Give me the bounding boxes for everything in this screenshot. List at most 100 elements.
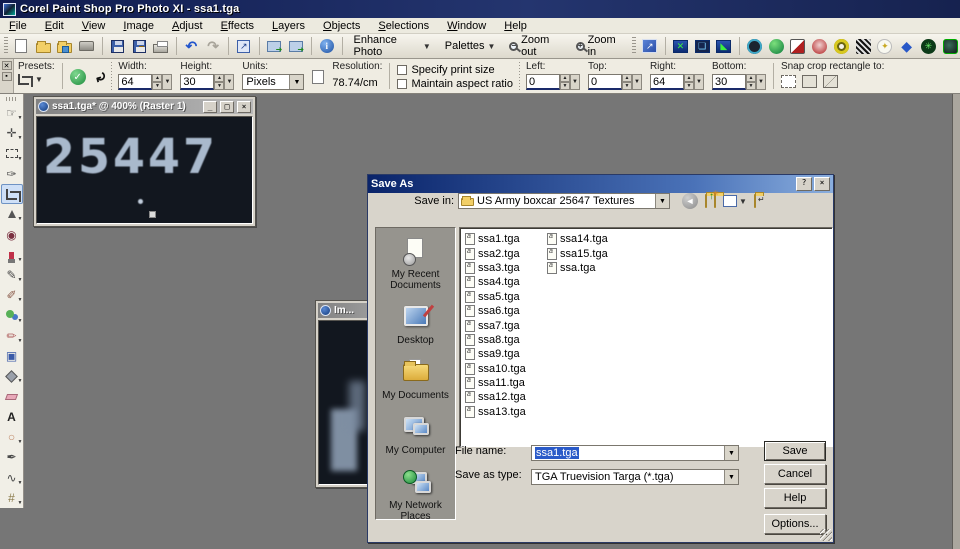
toolbar-grip[interactable] [632, 37, 636, 55]
right-slider-button[interactable]: ▼ [694, 74, 704, 90]
file-item[interactable]: ssa6.tga [465, 304, 539, 318]
place-my-documents[interactable]: My Documents [378, 359, 454, 401]
effect-sparkle-button[interactable]: ✦ [875, 36, 895, 56]
palette-grip[interactable] [6, 97, 18, 101]
pan-tool[interactable]: ☞▼ [1, 103, 23, 123]
top-field[interactable]: 0 [588, 74, 622, 90]
dropper-tool[interactable]: ✑ [1, 164, 23, 184]
width-spin-buttons[interactable]: ▲▼ [152, 74, 162, 90]
browse-button[interactable] [55, 36, 75, 56]
minimize-button[interactable]: _ [203, 101, 217, 113]
resize-button[interactable]: ↗ [234, 36, 254, 56]
file-item[interactable]: ssa14.tga [547, 232, 621, 246]
presets-dropdown[interactable]: ▼ [18, 74, 55, 85]
pin-icon[interactable]: ▪ [2, 72, 12, 81]
effect-globe-button[interactable] [766, 36, 786, 56]
clone-brush-tool[interactable]: ✐▼ [1, 285, 23, 305]
file-item[interactable]: ssa8.tga [465, 333, 539, 347]
resize-grip[interactable] [820, 529, 832, 541]
window-fit-button[interactable]: ◣ [714, 36, 734, 56]
script-button[interactable]: ↗ [640, 36, 660, 56]
menu-item[interactable]: File [0, 19, 36, 33]
back-icon[interactable]: ◄ [682, 193, 698, 209]
close-button[interactable]: × [814, 177, 830, 191]
menu-item[interactable]: Window [438, 19, 495, 33]
effect-ring-button[interactable] [745, 36, 765, 56]
pen-tool[interactable]: ✒ [1, 447, 23, 467]
up-one-level-icon[interactable]: ↑ [705, 195, 707, 207]
snap-to-selection-icon[interactable] [781, 75, 796, 88]
specify-print-size-checkbox[interactable]: Specify print size [397, 64, 513, 76]
crop-tool[interactable] [1, 184, 23, 204]
print-button[interactable] [151, 36, 171, 56]
help-button[interactable]: Help [764, 488, 826, 508]
save-button[interactable] [107, 36, 127, 56]
palettes-menu[interactable]: Palettes ▼ [439, 38, 502, 54]
import-button[interactable] [77, 36, 97, 56]
file-item[interactable]: ssa.tga [547, 261, 621, 275]
email-image-button[interactable] [265, 36, 285, 56]
menu-item[interactable]: Help [495, 19, 536, 33]
redo-button[interactable]: ↷ [203, 36, 223, 56]
place-desktop[interactable]: Desktop [378, 304, 454, 346]
maximize-button[interactable]: □ [220, 101, 234, 113]
menu-item[interactable]: Image [114, 19, 163, 33]
file-item[interactable]: ssa11.tga [465, 376, 539, 390]
close-icon[interactable]: ✕ [2, 61, 12, 70]
window-cascade-button[interactable]: ❏ [692, 36, 712, 56]
apply-crop-button[interactable]: ✓ [70, 69, 86, 85]
save-as-button[interactable] [129, 36, 149, 56]
place-my-computer[interactable]: My Computer [378, 414, 454, 456]
save-in-dropdown[interactable]: US Army boxcar 25647 Textures ▼ [458, 193, 670, 209]
zoom-out-button[interactable]: − Zoom out [503, 32, 567, 60]
preset-shape-tool[interactable]: ○▼ [1, 427, 23, 447]
mesh-warp-tool[interactable]: #▼ [1, 488, 23, 508]
file-list[interactable]: ssa1.tga ssa2.tga ssa3.tga [459, 227, 833, 447]
top-slider-button[interactable]: ▼ [632, 74, 642, 90]
eraser-tool[interactable] [1, 386, 23, 406]
file-item[interactable]: ssa2.tga [465, 246, 539, 260]
menu-item[interactable]: Effects [212, 19, 263, 33]
toolbar-grip[interactable] [4, 37, 8, 55]
place-recent-documents[interactable]: My Recent Documents [378, 238, 454, 291]
view-menu-icon[interactable]: ▼ [723, 195, 747, 207]
left-field[interactable]: 0 [526, 74, 560, 90]
place-my-network[interactable]: My Network Places [378, 469, 454, 522]
menu-item[interactable]: Edit [36, 19, 73, 33]
menu-item[interactable]: Layers [263, 19, 314, 33]
bottom-slider-button[interactable]: ▼ [756, 74, 766, 90]
text-tool[interactable]: A [1, 407, 23, 427]
top-spin-buttons[interactable]: ▲▼ [622, 74, 632, 90]
perspective-tool[interactable]: ▼ [1, 204, 23, 224]
effect-gem-button[interactable]: ◆ [897, 36, 917, 56]
undo-button[interactable]: ↶ [182, 36, 202, 56]
file-item[interactable]: ssa10.tga [465, 362, 539, 376]
window-tile-button[interactable]: ✕ [671, 36, 691, 56]
maintain-aspect-ratio-checkbox[interactable]: Maintain aspect ratio [397, 78, 513, 90]
cancel-button[interactable]: Cancel [764, 464, 826, 484]
options-button[interactable]: Options... [764, 514, 826, 534]
effect-weave-button[interactable] [853, 36, 873, 56]
picture-tube-tool[interactable]: ▣ [1, 346, 23, 366]
left-spinner[interactable]: 0 ▲▼ ▼ [526, 74, 580, 90]
units-dropdown[interactable]: Pixels ▼ [242, 74, 304, 90]
height-spin-buttons[interactable]: ▲▼ [214, 74, 224, 90]
paint-brush-tool[interactable]: ✏▼ [1, 326, 23, 346]
width-slider-button[interactable]: ▼ [162, 74, 172, 90]
image-canvas[interactable]: 25447 [36, 116, 253, 224]
bottom-field[interactable]: 30 [712, 74, 746, 90]
effect-camera-button[interactable] [940, 36, 960, 56]
move-tool[interactable]: ✛▼ [1, 123, 23, 143]
file-item[interactable]: ssa5.tga [465, 290, 539, 304]
left-spin-buttons[interactable]: ▲▼ [560, 74, 570, 90]
image-window-ssa1[interactable]: ssa1.tga* @ 400% (Raster 1) _ □ × 25447 [33, 96, 256, 227]
height-slider-button[interactable]: ▼ [224, 74, 234, 90]
zoom-in-button[interactable]: + Zoom in [570, 32, 628, 60]
snap-to-canvas-icon[interactable] [823, 75, 838, 88]
selection-tool[interactable]: ▼ [1, 143, 23, 163]
menu-item[interactable]: Objects [314, 19, 369, 33]
effect-donut-button[interactable] [832, 36, 852, 56]
width-spinner[interactable]: 64 ▲▼ ▼ [118, 74, 172, 90]
file-item[interactable]: ssa13.tga [465, 405, 539, 419]
file-item[interactable]: ssa4.tga [465, 275, 539, 289]
